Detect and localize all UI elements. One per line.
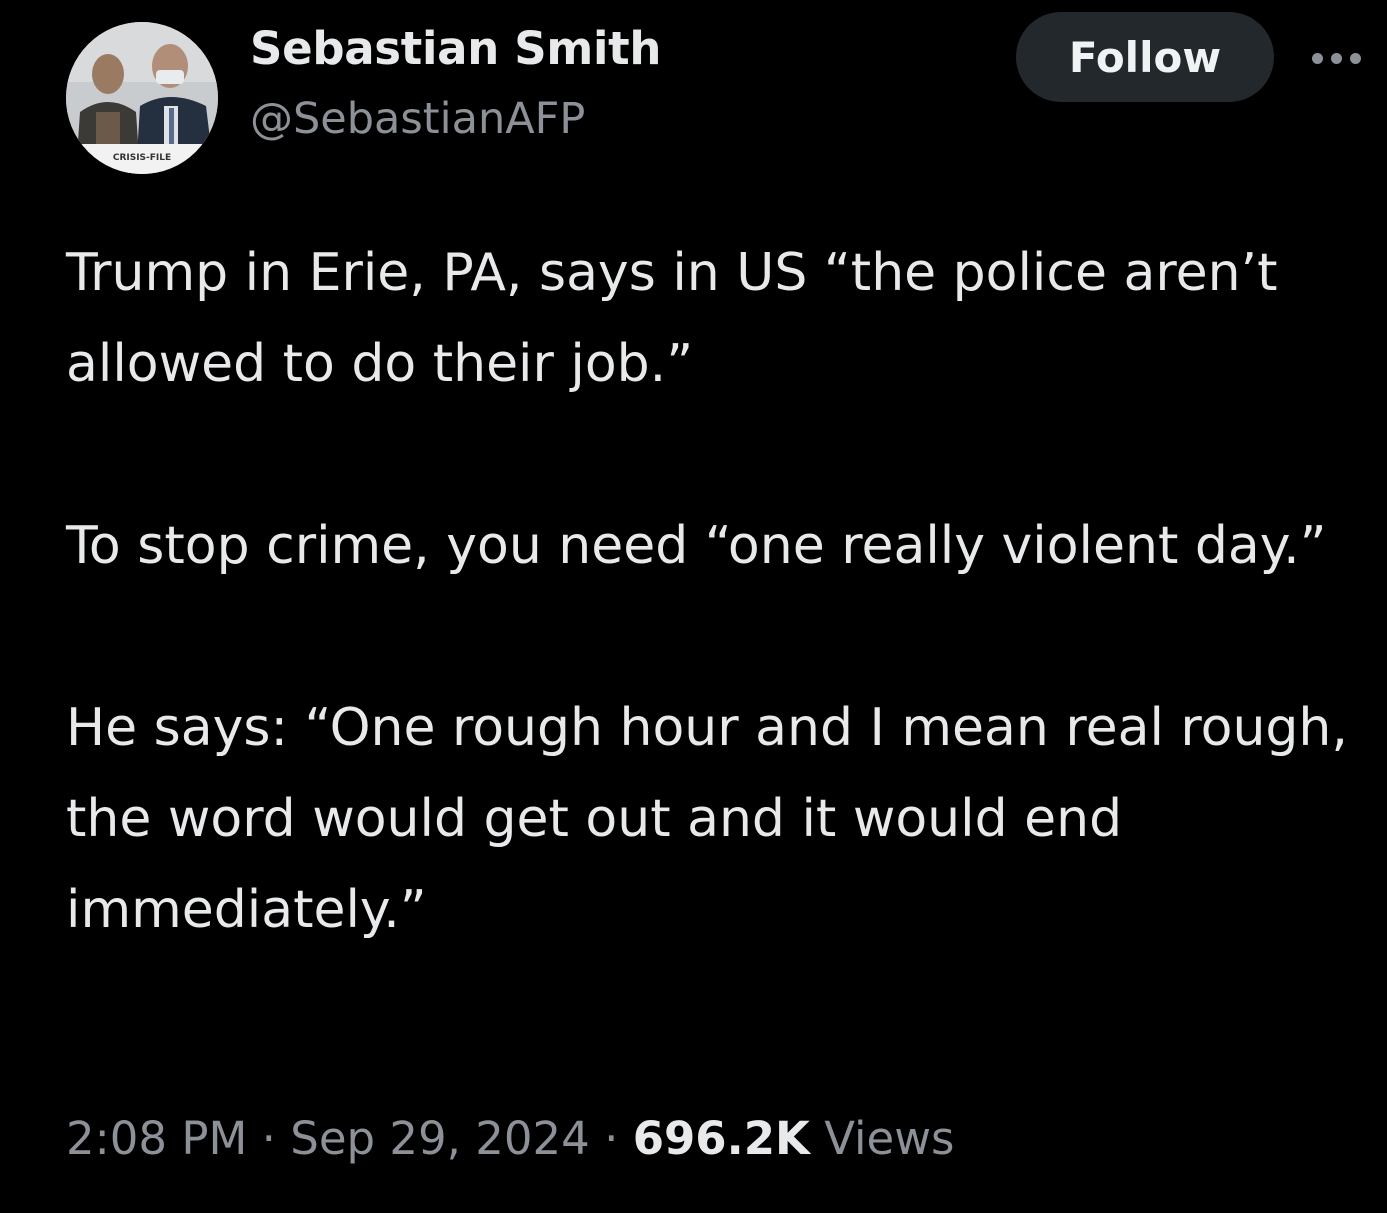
tweet-time[interactable]: 2:08 PM: [66, 1112, 247, 1165]
meta-separator: ·: [247, 1112, 291, 1165]
author-display-name[interactable]: Sebastian Smith: [250, 22, 661, 75]
more-horizontal-icon[interactable]: [1312, 48, 1368, 68]
views-label: Views: [809, 1112, 955, 1165]
tweet-date[interactable]: Sep 29, 2024: [290, 1112, 590, 1165]
tweet-paragraph: Trump in Erie, PA, says in US “the polic…: [66, 243, 1278, 394]
tweet-meta: 2:08 PM · Sep 29, 2024 · 696.2K Views: [66, 1112, 954, 1165]
avatar[interactable]: CRISIS-FILE: [66, 22, 218, 174]
views-count[interactable]: 696.2K: [633, 1112, 810, 1165]
tweet-paragraph: To stop crime, you need “one really viol…: [66, 516, 1327, 576]
follow-button[interactable]: Follow: [1016, 12, 1274, 102]
tweet-body: Trump in Erie, PA, says in US “the polic…: [66, 228, 1356, 956]
meta-separator: ·: [589, 1112, 633, 1165]
svg-text:CRISIS-FILE: CRISIS-FILE: [113, 153, 171, 163]
avatar-photo-icon: CRISIS-FILE: [66, 22, 218, 174]
tweet-card: CRISIS-FILE Sebastian Smith @SebastianAF…: [0, 0, 1387, 1213]
dot-icon: [1312, 52, 1323, 64]
dot-icon: [1331, 52, 1342, 64]
author-handle[interactable]: @SebastianAFP: [250, 94, 585, 144]
tweet-paragraph: He says: “One rough hour and I mean real…: [66, 698, 1348, 940]
dot-icon: [1350, 52, 1361, 64]
